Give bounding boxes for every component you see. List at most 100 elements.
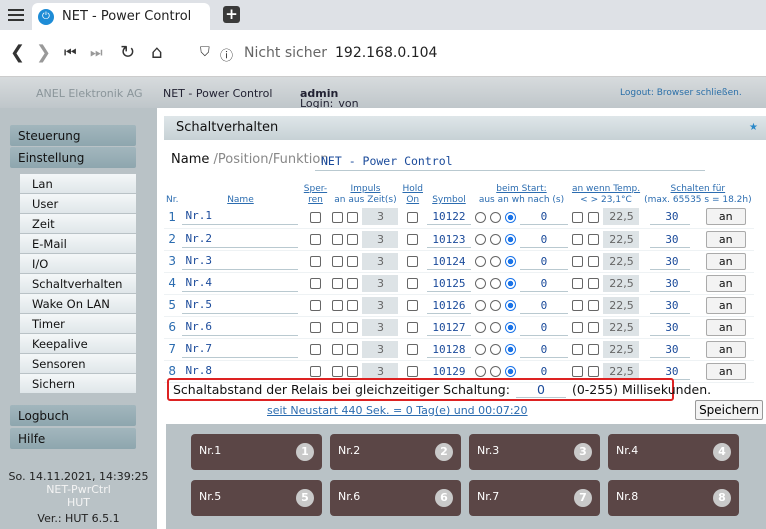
hold-on-checkbox[interactable] (407, 256, 419, 267)
impuls-aus-checkbox[interactable] (347, 300, 359, 311)
impuls-an-checkbox[interactable] (332, 344, 344, 355)
impuls-zeit-field[interactable]: 3 (362, 230, 399, 248)
start-wh-radio[interactable] (504, 300, 516, 311)
start-wh-radio[interactable] (504, 344, 516, 355)
shield-icon[interactable]: ⛉ (200, 45, 210, 60)
relay-button[interactable]: Nr.6 6 (330, 480, 461, 516)
sidebar-sub-sensoren[interactable]: Sensoren (20, 354, 136, 374)
new-tab-button[interactable]: + (223, 6, 240, 23)
temp-gt-checkbox[interactable] (587, 234, 599, 245)
temp-lt-checkbox[interactable] (572, 322, 584, 333)
start-an-radio[interactable] (489, 211, 501, 223)
sidebar-sub-timer[interactable]: Timer (20, 314, 136, 334)
impuls-an-checkbox[interactable] (332, 300, 344, 311)
start-delay-input[interactable]: 0 (519, 319, 568, 336)
relay-button[interactable]: Nr.8 8 (608, 480, 739, 516)
sidebar-sub-sichern[interactable]: Sichern (20, 374, 136, 394)
impuls-aus-checkbox[interactable] (347, 322, 359, 333)
temp-threshold-field[interactable]: 22,5 (603, 340, 640, 358)
hold-on-checkbox[interactable] (407, 278, 419, 289)
start-aus-radio[interactable] (474, 211, 486, 223)
sperren-checkbox[interactable] (309, 300, 321, 311)
hold-on-checkbox[interactable] (407, 322, 419, 333)
sperren-checkbox[interactable] (309, 278, 321, 289)
start-aus-radio[interactable] (474, 300, 486, 311)
sperren-checkbox[interactable] (309, 344, 321, 355)
impuls-zeit-field[interactable]: 3 (362, 340, 399, 358)
hold-on-checkbox[interactable] (407, 366, 419, 377)
symbol-input[interactable]: 10125 (426, 275, 471, 292)
symbol-input[interactable]: 10124 (426, 253, 471, 270)
info-icon[interactable]: ⓘ (220, 45, 233, 64)
temp-lt-checkbox[interactable] (572, 256, 584, 267)
start-aus-radio[interactable] (474, 322, 486, 333)
start-an-radio[interactable] (489, 322, 501, 333)
temp-gt-checkbox[interactable] (587, 344, 599, 355)
sperren-checkbox[interactable] (309, 366, 321, 377)
impuls-aus-checkbox[interactable] (347, 234, 359, 245)
hold-on-checkbox[interactable] (407, 344, 419, 355)
start-aus-radio[interactable] (474, 344, 486, 355)
start-an-radio[interactable] (489, 234, 501, 245)
browser-tab[interactable]: ⏻ NET - Power Control (32, 3, 210, 30)
switch-on-button[interactable]: an (705, 208, 746, 226)
start-an-radio[interactable] (489, 300, 501, 311)
sperren-checkbox[interactable] (309, 211, 321, 223)
impuls-zeit-field[interactable]: 3 (362, 208, 399, 226)
forward-icon[interactable]: ❯ (36, 42, 51, 63)
switch-seconds-input[interactable]: 30 (649, 363, 690, 380)
sidebar-sub-zeit[interactable]: Zeit (20, 214, 136, 234)
sperren-checkbox[interactable] (309, 234, 321, 245)
start-wh-radio[interactable] (504, 278, 516, 289)
temp-lt-checkbox[interactable] (572, 234, 584, 245)
sidebar-sub-wake-on-lan[interactable]: Wake On LAN (20, 294, 136, 314)
relay-name-input[interactable]: Nr.7 (182, 341, 299, 358)
temp-lt-checkbox[interactable] (572, 344, 584, 355)
start-delay-input[interactable]: 0 (519, 253, 568, 270)
relay-name-input[interactable]: Nr.6 (182, 319, 299, 336)
temp-threshold-field[interactable]: 22,5 (603, 318, 640, 336)
sperren-checkbox[interactable] (309, 322, 321, 333)
impuls-an-checkbox[interactable] (332, 234, 344, 245)
relay-delay-input[interactable]: 0 (515, 382, 566, 398)
device-name-input[interactable]: NET - Power Control (315, 153, 705, 171)
hold-on-checkbox[interactable] (407, 234, 419, 245)
impuls-zeit-field[interactable]: 3 (362, 362, 399, 380)
reload-icon[interactable]: ↻ (120, 42, 135, 63)
impuls-aus-checkbox[interactable] (347, 278, 359, 289)
temp-gt-checkbox[interactable] (587, 278, 599, 289)
temp-gt-checkbox[interactable] (587, 256, 599, 267)
relay-name-input[interactable]: Nr.2 (182, 231, 299, 248)
temp-gt-checkbox[interactable] (587, 211, 599, 223)
impuls-zeit-field[interactable]: 3 (362, 252, 399, 270)
sidebar-sub-lan[interactable]: Lan (20, 174, 136, 194)
start-wh-radio[interactable] (504, 234, 516, 245)
address-bar[interactable]: Nicht sicher 192.168.0.104 (244, 45, 437, 61)
start-wh-radio[interactable] (504, 211, 516, 223)
temp-threshold-field[interactable]: 22,5 (603, 362, 640, 380)
sidebar-sub-keepalive[interactable]: Keepalive (20, 334, 136, 354)
switch-seconds-input[interactable]: 30 (649, 208, 690, 226)
uptime-link[interactable]: seit Neustart 440 Sek. = 0 Tag(e) und 00… (267, 404, 528, 417)
relay-name-input[interactable]: Nr.3 (182, 253, 299, 270)
start-wh-radio[interactable] (504, 366, 516, 377)
start-aus-radio[interactable] (474, 278, 486, 289)
impuls-aus-checkbox[interactable] (347, 366, 359, 377)
switch-on-button[interactable]: an (705, 362, 746, 380)
temp-gt-checkbox[interactable] (587, 322, 599, 333)
relay-name-input[interactable]: Nr.5 (182, 297, 299, 314)
impuls-an-checkbox[interactable] (332, 211, 344, 223)
sidebar-sub-user[interactable]: User (20, 194, 136, 214)
impuls-zeit-field[interactable]: 3 (362, 274, 399, 292)
impuls-zeit-field[interactable]: 3 (362, 318, 399, 336)
impuls-aus-checkbox[interactable] (347, 344, 359, 355)
relay-button[interactable]: Nr.5 5 (191, 480, 322, 516)
impuls-an-checkbox[interactable] (332, 278, 344, 289)
start-delay-input[interactable]: 0 (519, 231, 568, 248)
switch-seconds-input[interactable]: 30 (649, 231, 690, 248)
relay-button[interactable]: Nr.1 1 (191, 434, 322, 470)
start-an-radio[interactable] (489, 256, 501, 267)
symbol-input[interactable]: 10129 (426, 363, 471, 380)
relay-button[interactable]: Nr.2 2 (330, 434, 461, 470)
sidebar-item-hilfe[interactable]: Hilfe (10, 428, 136, 449)
